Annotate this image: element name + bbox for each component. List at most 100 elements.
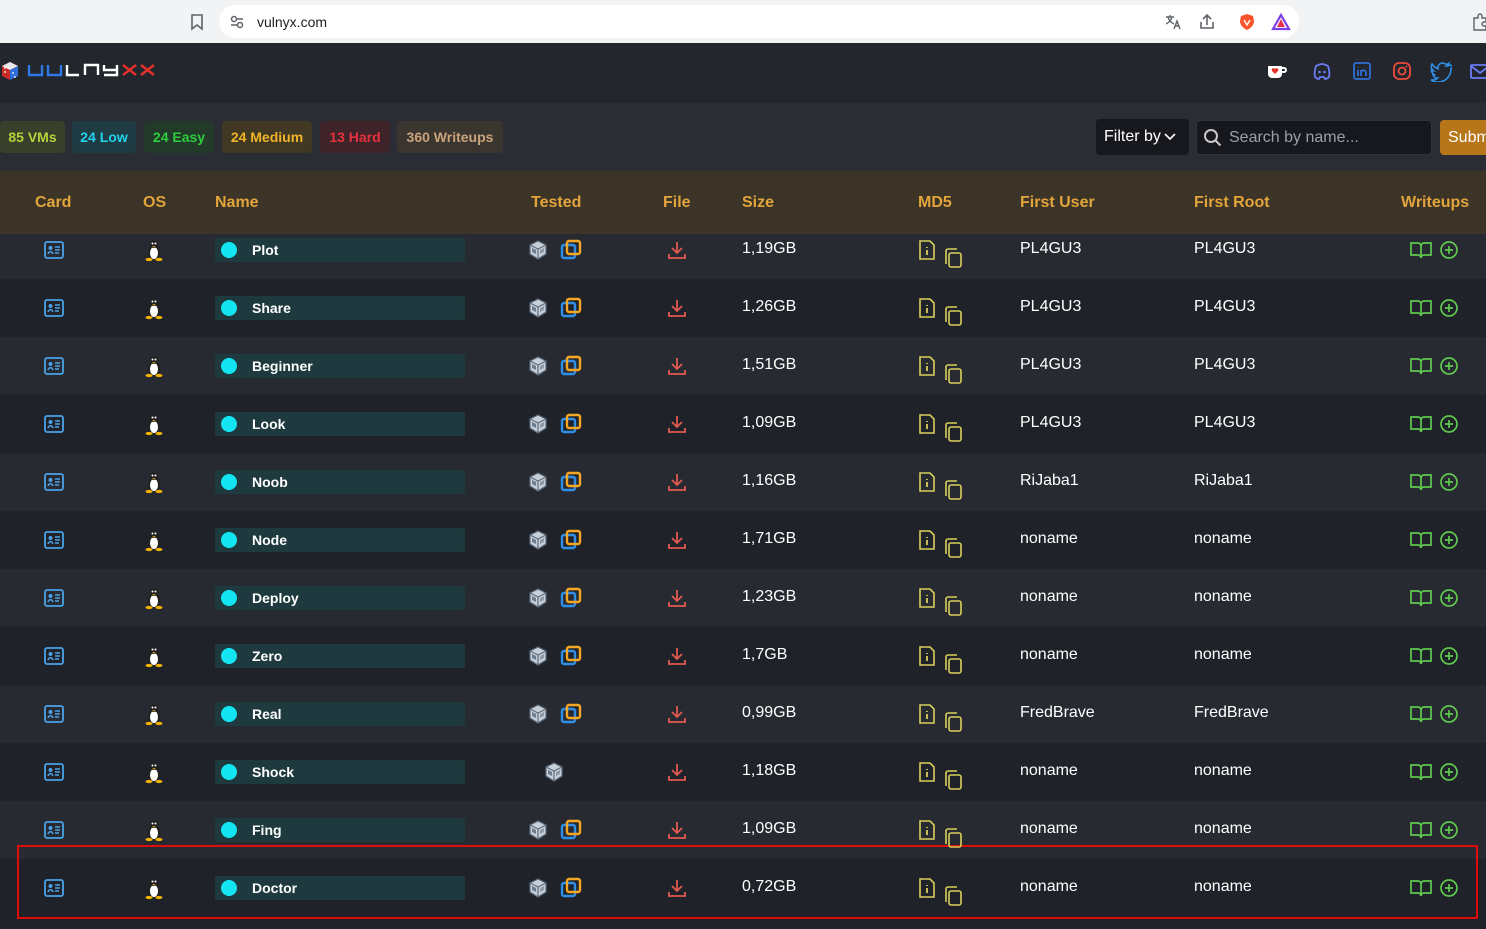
machine-name[interactable]: Zero xyxy=(215,644,465,668)
medium-count-badge[interactable]: 24 Medium xyxy=(222,121,312,153)
md5-icon[interactable] xyxy=(918,297,966,329)
low-count-badge[interactable]: 24 Low xyxy=(72,121,136,153)
add-writeup-icon[interactable] xyxy=(1438,587,1460,609)
add-writeup-icon[interactable] xyxy=(1438,877,1460,899)
translate-icon[interactable] xyxy=(1163,12,1183,32)
instagram-icon[interactable] xyxy=(1391,60,1413,82)
add-writeup-icon[interactable] xyxy=(1438,703,1460,725)
writeups-book-icon[interactable] xyxy=(1409,239,1433,261)
bookmark-icon[interactable] xyxy=(187,12,207,32)
add-writeup-icon[interactable] xyxy=(1438,239,1460,261)
md5-icon[interactable] xyxy=(918,645,966,677)
machine-name[interactable]: Doctor xyxy=(215,876,465,900)
machine-name[interactable]: Share xyxy=(215,296,465,320)
search-input[interactable] xyxy=(1229,121,1427,154)
header-card[interactable]: Card xyxy=(35,194,71,212)
writeups-book-icon[interactable] xyxy=(1409,877,1433,899)
download-icon[interactable] xyxy=(666,413,688,435)
add-writeup-icon[interactable] xyxy=(1438,529,1460,551)
card-icon[interactable] xyxy=(43,356,65,376)
writeups-book-icon[interactable] xyxy=(1409,413,1433,435)
add-writeup-icon[interactable] xyxy=(1438,297,1460,319)
search-box[interactable] xyxy=(1196,120,1432,155)
card-icon[interactable] xyxy=(43,704,65,724)
machine-name[interactable]: Shock xyxy=(215,760,465,784)
url-text[interactable]: vulnyx.com xyxy=(257,14,327,30)
download-icon[interactable] xyxy=(666,703,688,725)
header-file[interactable]: File xyxy=(663,194,691,212)
download-icon[interactable] xyxy=(666,355,688,377)
md5-icon[interactable] xyxy=(918,877,966,909)
header-os[interactable]: OS xyxy=(143,194,166,212)
add-writeup-icon[interactable] xyxy=(1438,761,1460,783)
share-icon[interactable] xyxy=(1197,12,1217,32)
mail-icon[interactable] xyxy=(1469,60,1486,82)
writeups-book-icon[interactable] xyxy=(1409,471,1433,493)
machine-name[interactable]: Node xyxy=(215,528,465,552)
card-icon[interactable] xyxy=(43,298,65,318)
machine-name[interactable]: Plot xyxy=(215,238,465,262)
writeups-book-icon[interactable] xyxy=(1409,529,1433,551)
address-bar[interactable]: vulnyx.com xyxy=(219,5,1299,38)
machine-name[interactable]: Beginner xyxy=(215,354,465,378)
add-writeup-icon[interactable] xyxy=(1438,413,1460,435)
md5-icon[interactable] xyxy=(918,761,966,793)
header-first-user[interactable]: First User xyxy=(1020,194,1095,212)
card-icon[interactable] xyxy=(43,820,65,840)
brave-shield-icon[interactable] xyxy=(1237,12,1257,32)
md5-icon[interactable] xyxy=(918,703,966,735)
add-writeup-icon[interactable] xyxy=(1438,471,1460,493)
linkedin-icon[interactable] xyxy=(1351,60,1373,82)
header-tested[interactable]: Tested xyxy=(531,194,581,212)
download-icon[interactable] xyxy=(666,761,688,783)
card-icon[interactable] xyxy=(43,414,65,434)
add-writeup-icon[interactable] xyxy=(1438,645,1460,667)
twitter-icon[interactable] xyxy=(1430,60,1452,82)
brave-rewards-icon[interactable] xyxy=(1271,12,1291,32)
add-writeup-icon[interactable] xyxy=(1438,355,1460,377)
machine-name[interactable]: Deploy xyxy=(215,586,465,610)
writeups-count-badge[interactable]: 360 Writeups xyxy=(397,121,503,153)
md5-icon[interactable] xyxy=(918,529,966,561)
md5-icon[interactable] xyxy=(918,471,966,503)
writeups-book-icon[interactable] xyxy=(1409,703,1433,725)
download-icon[interactable] xyxy=(666,877,688,899)
machine-name[interactable]: Fing xyxy=(215,818,465,842)
site-logo[interactable] xyxy=(0,58,160,91)
card-icon[interactable] xyxy=(43,762,65,782)
header-first-root[interactable]: First Root xyxy=(1194,194,1270,212)
writeups-book-icon[interactable] xyxy=(1409,355,1433,377)
machine-name[interactable]: Noob xyxy=(215,470,465,494)
md5-icon[interactable] xyxy=(918,239,966,271)
vms-count-badge[interactable]: 85 VMs xyxy=(0,121,65,153)
discord-icon[interactable] xyxy=(1311,60,1333,82)
header-writeups[interactable]: Writeups xyxy=(1401,194,1469,212)
header-size[interactable]: Size xyxy=(742,194,774,212)
download-icon[interactable] xyxy=(666,819,688,841)
header-name[interactable]: Name xyxy=(215,194,259,212)
filter-by-dropdown[interactable]: Filter by xyxy=(1096,119,1189,155)
submit-button[interactable]: Subm xyxy=(1440,120,1486,155)
download-icon[interactable] xyxy=(666,529,688,551)
machine-name[interactable]: Look xyxy=(215,412,465,436)
card-icon[interactable] xyxy=(43,530,65,550)
card-icon[interactable] xyxy=(43,240,65,260)
kofi-icon[interactable] xyxy=(1266,60,1288,82)
download-icon[interactable] xyxy=(666,239,688,261)
card-icon[interactable] xyxy=(43,646,65,666)
add-writeup-icon[interactable] xyxy=(1438,819,1460,841)
writeups-book-icon[interactable] xyxy=(1409,297,1433,319)
extensions-icon[interactable] xyxy=(1470,12,1486,32)
writeups-book-icon[interactable] xyxy=(1409,645,1433,667)
download-icon[interactable] xyxy=(666,645,688,667)
md5-icon[interactable] xyxy=(918,587,966,619)
card-icon[interactable] xyxy=(43,472,65,492)
md5-icon[interactable] xyxy=(918,819,966,851)
site-settings-icon[interactable] xyxy=(227,12,247,32)
card-icon[interactable] xyxy=(43,878,65,898)
machine-name[interactable]: Real xyxy=(215,702,465,726)
hard-count-badge[interactable]: 13 Hard xyxy=(320,121,390,153)
md5-icon[interactable] xyxy=(918,355,966,387)
header-md5[interactable]: MD5 xyxy=(918,194,952,212)
download-icon[interactable] xyxy=(666,297,688,319)
